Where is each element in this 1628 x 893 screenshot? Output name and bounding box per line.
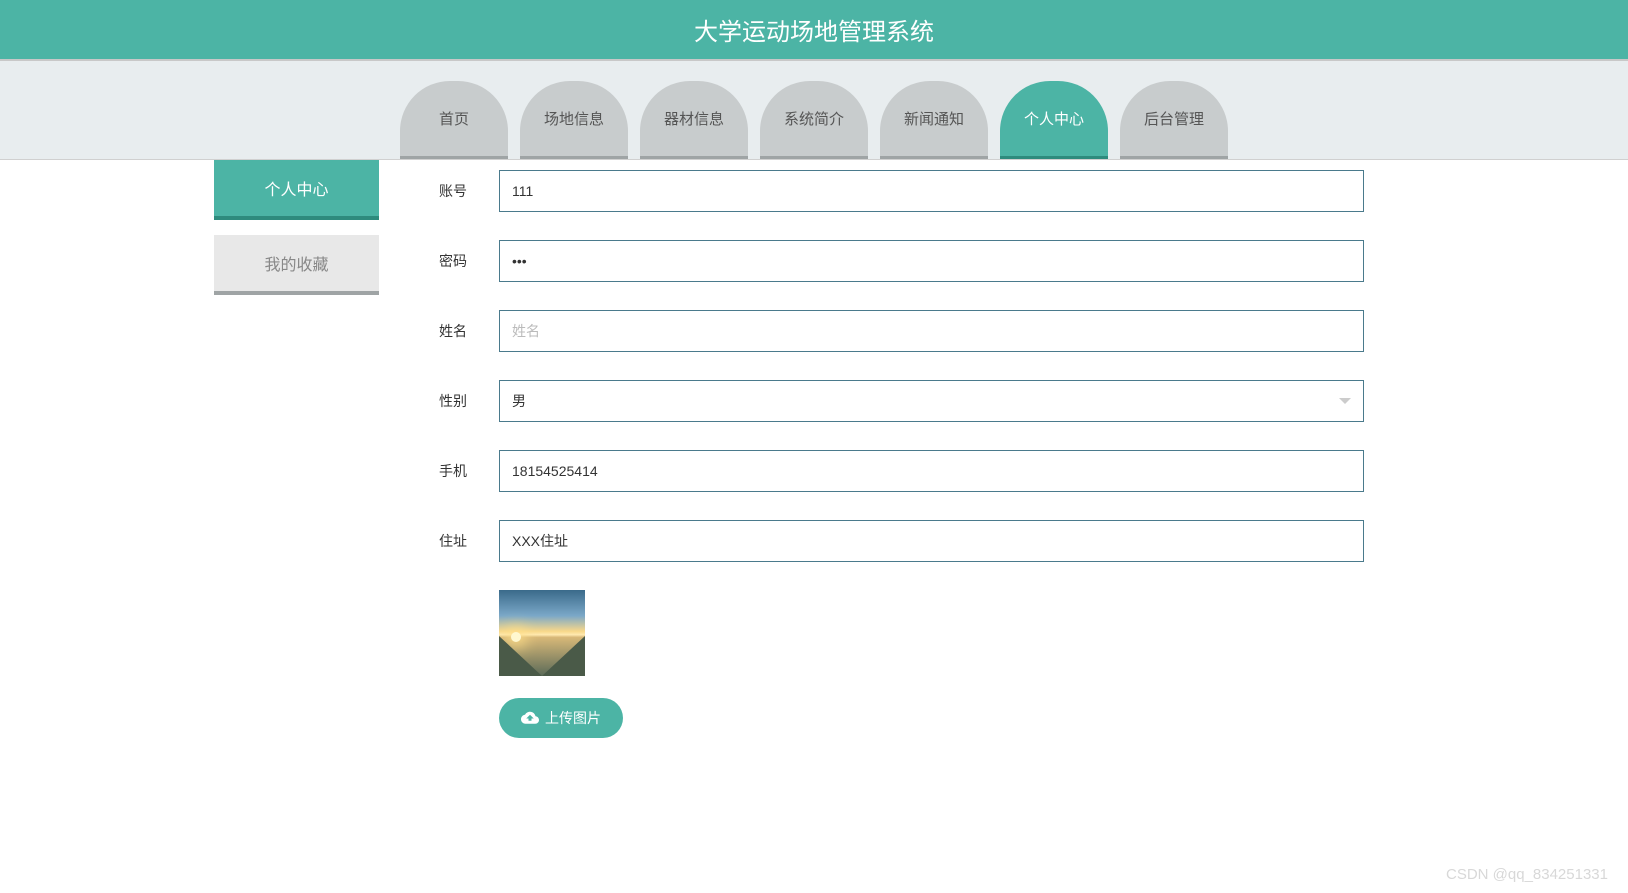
cloud-upload-icon: [521, 710, 539, 727]
sidebar-item-label: 个人中心: [264, 176, 328, 200]
phone-label: 手机: [439, 461, 494, 481]
name-label: 姓名: [439, 321, 494, 341]
name-input[interactable]: [499, 310, 1364, 352]
gender-selected-value: 男: [512, 391, 526, 411]
sidebar-item-label: 我的收藏: [264, 251, 328, 275]
nav-tabs-container: 首页 场地信息 器材信息 系统简介 新闻通知 个人中心 后台管理: [400, 81, 1228, 159]
account-input[interactable]: [499, 170, 1364, 212]
form-row-phone: 手机: [439, 450, 1364, 492]
gender-select[interactable]: 男: [499, 380, 1364, 422]
nav-label: 系统简介: [784, 108, 844, 129]
nav-tab-admin[interactable]: 后台管理: [1120, 81, 1228, 159]
nav-tab-home[interactable]: 首页: [400, 81, 508, 159]
address-input[interactable]: [499, 520, 1364, 562]
gender-label: 性别: [439, 391, 494, 411]
nav-label: 场地信息: [544, 108, 604, 129]
password-input[interactable]: [499, 240, 1364, 282]
page-title-bar: 大学运动场地管理系统: [0, 0, 1628, 61]
nav-label: 首页: [439, 108, 469, 129]
sidebar-item-personal[interactable]: 个人中心: [214, 160, 379, 220]
sidebar-item-favorites[interactable]: 我的收藏: [214, 235, 379, 295]
form-row-gender: 性别 男: [439, 380, 1364, 422]
top-nav: 首页 场地信息 器材信息 系统简介 新闻通知 个人中心 后台管理: [0, 61, 1628, 160]
upload-image-button[interactable]: 上传图片: [499, 698, 623, 738]
nav-tab-news[interactable]: 新闻通知: [880, 81, 988, 159]
password-label: 密码: [439, 251, 494, 271]
phone-input[interactable]: [499, 450, 1364, 492]
form-row-name: 姓名: [439, 310, 1364, 352]
address-label: 住址: [439, 531, 494, 551]
nav-label: 新闻通知: [904, 108, 964, 129]
upload-label: 上传图片: [545, 708, 601, 728]
nav-tab-equipment[interactable]: 器材信息: [640, 81, 748, 159]
form-row-password: 密码: [439, 240, 1364, 282]
watermark-text: CSDN @qq_834251331: [1446, 866, 1608, 883]
nav-tab-venue[interactable]: 场地信息: [520, 81, 628, 159]
account-label: 账号: [439, 181, 494, 201]
sidebar: 个人中心 我的收藏: [214, 160, 379, 768]
main-content: 个人中心 我的收藏 账号 密码 姓名 性别 男 手机: [214, 160, 1414, 768]
profile-form: 账号 密码 姓名 性别 男 手机 住址: [379, 160, 1414, 768]
nav-tab-intro[interactable]: 系统简介: [760, 81, 868, 159]
form-row-account: 账号: [439, 170, 1364, 212]
gender-select-wrap: 男: [499, 380, 1364, 422]
chevron-down-icon: [1339, 398, 1351, 404]
avatar-image: [499, 590, 585, 676]
nav-tab-personal[interactable]: 个人中心: [1000, 81, 1108, 159]
form-row-address: 住址: [439, 520, 1364, 562]
avatar-preview: [499, 590, 1364, 676]
nav-label: 个人中心: [1024, 108, 1084, 129]
app-title: 大学运动场地管理系统: [694, 19, 934, 46]
nav-label: 后台管理: [1144, 108, 1204, 129]
nav-label: 器材信息: [664, 108, 724, 129]
